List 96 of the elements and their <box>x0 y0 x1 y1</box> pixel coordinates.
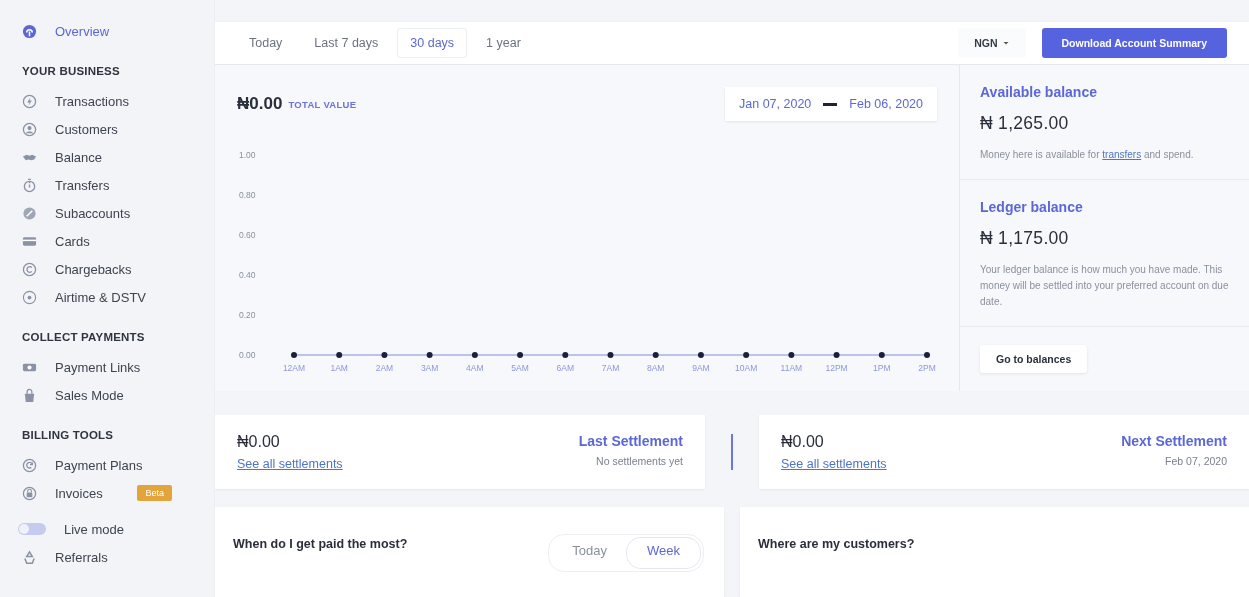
period-tab[interactable]: 30 days <box>398 29 467 57</box>
download-button[interactable]: Download Account Summary <box>1041 28 1227 58</box>
live-mode-label: Live mode <box>64 521 124 537</box>
settlement-detail: Feb 07, 2020 <box>1165 455 1227 467</box>
data-point <box>607 352 614 358</box>
total-amount: ₦0.00 <box>237 94 283 114</box>
axis-tick-label: 11AM <box>780 363 803 373</box>
stopwatch-icon <box>22 177 37 193</box>
data-point <box>743 352 750 358</box>
sidebar-item[interactable]: Invoices Beta <box>22 479 172 507</box>
axis-tick-label: 1.00 <box>239 150 256 160</box>
card-title: When do I get paid the most? <box>233 537 408 551</box>
lock-circle-icon <box>22 485 37 501</box>
balance-amount: ₦ 1,265.00 <box>980 113 1070 134</box>
sidebar-item[interactable]: Referrals <box>22 543 172 571</box>
sidebar-item[interactable]: Sales Mode <box>22 381 172 409</box>
card-title: Where are my customers? <box>758 537 915 551</box>
balance-note: Money here is available for transfers and spend. <box>980 148 1195 162</box>
sidebar-item[interactable]: Transactions <box>22 87 172 115</box>
axis-tick-label: 0.40 <box>239 270 256 280</box>
axis-tick-label: 3AM <box>420 363 439 373</box>
balance-title: Ledger balance <box>980 199 1083 215</box>
data-point <box>381 352 388 358</box>
axis-tick-label: 8AM <box>646 363 665 373</box>
axis-tick-label: 10AM <box>735 363 758 373</box>
data-point <box>788 352 795 358</box>
sidebar-item[interactable]: Cards <box>22 227 172 255</box>
axis-tick-label: 1AM <box>330 363 348 373</box>
axis-tick-label: 7AM <box>601 363 620 373</box>
data-point <box>697 352 704 358</box>
data-point <box>517 352 524 358</box>
axis-tick-label: 0.00 <box>239 350 256 360</box>
sidebar-item[interactable]: Customers <box>22 115 172 143</box>
settlement-title: Last Settlement <box>578 433 683 449</box>
slash-circle-icon <box>22 205 37 221</box>
live-mode-toggle[interactable] <box>18 523 46 535</box>
sidebar-item[interactable]: Airtime & DSTV <box>22 283 172 311</box>
balance-amount: ₦ 1,175.00 <box>980 228 1070 249</box>
axis-tick-label: 0.80 <box>239 190 256 200</box>
period-tab[interactable]: Week <box>627 538 700 568</box>
data-point <box>562 352 569 358</box>
person-icon <box>22 121 37 137</box>
axis-tick-label: 9AM <box>692 363 710 373</box>
sidebar-item[interactable]: Balance <box>22 143 172 171</box>
caret-icon <box>1001 39 1010 47</box>
axis-tick-label: 0.60 <box>239 230 256 240</box>
sidebar-item[interactable]: Transfers <box>22 171 172 199</box>
currency-dropdown[interactable]: NGN <box>958 28 1026 58</box>
axis-tick-label: 4AM <box>466 363 484 373</box>
axis-tick-label: 12AM <box>282 363 306 373</box>
dash-icon <box>823 102 838 106</box>
bolt-icon <box>22 93 37 109</box>
period-tab[interactable]: 1 year <box>474 29 533 57</box>
settlement-amount: ₦0.00 <box>237 433 281 451</box>
data-point <box>878 352 885 358</box>
axis-tick-label: 12PM <box>825 363 848 373</box>
data-point <box>652 352 659 358</box>
settlement-detail: No settlements yet <box>596 455 683 467</box>
section-heading: BILLING TOOLS <box>22 429 114 441</box>
gauge-icon <box>22 23 37 39</box>
axis-tick-label: 1PM <box>873 363 891 373</box>
axis-tick-label: 0.20 <box>239 310 256 320</box>
settlement-amount: ₦0.00 <box>781 433 825 451</box>
axis-tick-label: 5AM <box>511 363 529 373</box>
section-heading: COLLECT PAYMENTS <box>22 331 145 343</box>
axis-tick-label: 6AM <box>556 363 575 373</box>
axis-tick-label: 2PM <box>918 363 936 373</box>
total-label: TOTAL VALUE <box>288 98 357 110</box>
settlement-title: Next Settlement <box>1121 433 1227 449</box>
settlements-link[interactable]: See all settlements <box>781 457 887 471</box>
sidebar-item[interactable]: Payment Plans <box>22 451 172 479</box>
date-range-picker[interactable]: Jan 07, 2020 Feb 06, 2020 <box>725 87 937 121</box>
overview-item[interactable]: Overview <box>22 17 172 45</box>
balance-note: Your ledger balance is how much you have made. This money will be settled into your preferred account on due date. <box>980 263 1229 309</box>
refresh-icon <box>22 457 37 473</box>
section-heading: YOUR BUSINESS <box>22 65 120 77</box>
data-point <box>426 352 433 358</box>
beta-badge: Beta <box>137 485 172 501</box>
dot-circle-icon <box>22 289 37 305</box>
balance-title: Available balance <box>980 84 1097 100</box>
divider-line <box>731 434 733 470</box>
axis-tick-label: 2AM <box>375 363 394 373</box>
period-tab[interactable]: Last 7 days <box>302 29 391 57</box>
settlements-link[interactable]: See all settlements <box>237 457 343 471</box>
sidebar-item[interactable]: Payment Links <box>22 353 172 381</box>
sidebar-item[interactable]: Chargebacks <box>22 255 172 283</box>
bag-icon <box>22 387 37 403</box>
go-to-balances-button[interactable]: Go to balances <box>980 345 1088 373</box>
sidebar-item[interactable]: Subaccounts <box>22 199 172 227</box>
transfers-link[interactable]: transfers <box>1102 149 1142 160</box>
data-point <box>471 352 478 358</box>
data-point <box>924 352 930 358</box>
data-point <box>291 352 297 358</box>
data-point <box>336 352 343 358</box>
period-tab[interactable]: Today <box>237 29 295 57</box>
data-point <box>833 352 840 358</box>
